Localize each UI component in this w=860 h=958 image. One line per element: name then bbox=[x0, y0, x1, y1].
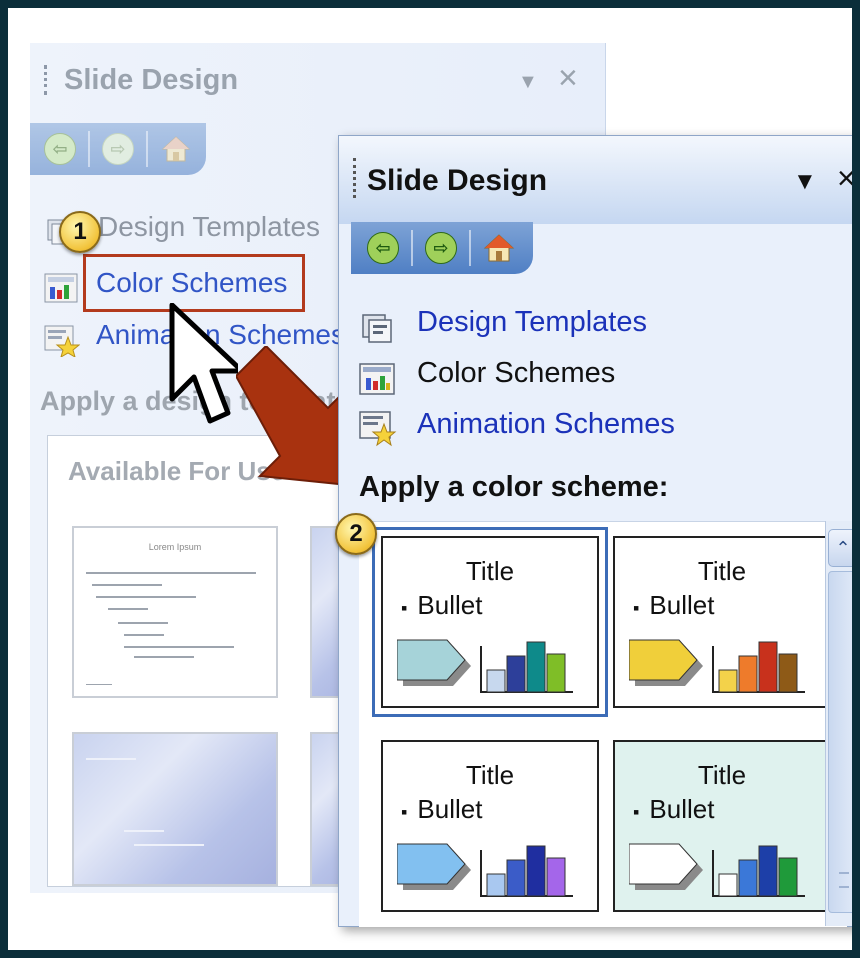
home-icon[interactable] bbox=[477, 226, 521, 270]
back-pane-dropdown-icon[interactable]: ▼ bbox=[518, 71, 538, 94]
home-icon[interactable] bbox=[154, 127, 198, 171]
color-scheme-gallery: Title Bullet Title Bullet Title Bullet Title Bu… bbox=[359, 521, 847, 927]
scheme-sample-bullet: Bullet bbox=[401, 794, 482, 825]
color-scheme-option[interactable]: Title Bullet bbox=[613, 740, 831, 912]
nav-separator bbox=[469, 230, 471, 266]
front-link-animation-schemes[interactable]: Animation Schemes bbox=[417, 408, 675, 441]
sample-bar bbox=[546, 857, 566, 897]
front-pane-title: Slide Design bbox=[367, 164, 548, 197]
sample-bar bbox=[486, 873, 506, 897]
step-2-badge: 2 bbox=[335, 513, 377, 555]
scheme-sample-title: Title bbox=[465, 760, 515, 790]
color-scheme-option[interactable]: Title Bullet bbox=[381, 740, 599, 912]
animation-schemes-icon bbox=[359, 411, 397, 447]
sample-bar bbox=[718, 873, 738, 897]
front-pane-heading: Apply a color scheme: bbox=[359, 471, 669, 503]
scroll-up-icon[interactable]: ⌃ bbox=[828, 529, 852, 567]
sample-bar bbox=[718, 669, 738, 693]
mouse-cursor-icon bbox=[169, 303, 238, 424]
thumbnail-line bbox=[124, 634, 164, 636]
scheme-sample-graphic bbox=[629, 639, 805, 693]
front-pane-close-icon[interactable]: × bbox=[837, 160, 852, 197]
scheme-sample-bullet: Bullet bbox=[633, 794, 714, 825]
front-pane-nav-bar: ⇦ ⇨ bbox=[351, 222, 533, 274]
sample-bar bbox=[738, 859, 758, 897]
color-scheme-option[interactable]: Title Bullet bbox=[613, 536, 831, 708]
scheme-sample-title: Title bbox=[465, 556, 515, 586]
sample-bar bbox=[546, 653, 566, 693]
nav-separator bbox=[146, 131, 148, 167]
sample-bar bbox=[506, 655, 526, 693]
sample-bar bbox=[506, 859, 526, 897]
sample-bar bbox=[738, 655, 758, 693]
sample-bar bbox=[526, 641, 546, 693]
scheme-sample-graphic bbox=[397, 843, 573, 897]
nav-separator bbox=[88, 131, 90, 167]
back-link-design-templates[interactable]: Design Templates bbox=[98, 211, 320, 243]
back-pane-title: Slide Design bbox=[64, 64, 239, 96]
thumbnail-line bbox=[118, 622, 168, 624]
scroll-grip bbox=[839, 872, 849, 888]
tutorial-canvas: Slide Design ▼ × ⇦ ⇨ Design Templates Co… bbox=[8, 8, 852, 950]
front-link-design-templates[interactable]: Design Templates bbox=[417, 306, 647, 339]
thumbnail-line bbox=[92, 584, 162, 586]
back-pane-close-icon[interactable]: × bbox=[558, 59, 578, 98]
thumbnail-title: Lorem Ipsum bbox=[148, 542, 202, 552]
front-pane-dropdown-icon[interactable]: ▼ bbox=[793, 168, 817, 196]
sample-bar bbox=[758, 641, 778, 693]
thumbnail-line bbox=[86, 684, 112, 685]
pane-grip[interactable] bbox=[353, 158, 360, 198]
thumbnail-line bbox=[134, 844, 204, 846]
animation-schemes-icon bbox=[44, 325, 80, 357]
back-arrow-icon[interactable]: ⇦ bbox=[38, 127, 82, 171]
sample-bar bbox=[526, 845, 546, 897]
scheme-sample-title: Title bbox=[697, 760, 747, 790]
gallery-scrollbar[interactable]: ⌃ bbox=[825, 521, 852, 926]
thumbnail-line bbox=[134, 656, 194, 658]
scheme-sample-title: Title bbox=[697, 556, 747, 586]
thumbnail-line bbox=[96, 596, 196, 598]
front-task-pane: Slide Design ▼ × ⇦ ⇨ Design Templates Co… bbox=[338, 135, 852, 927]
scheme-sample-graphic bbox=[629, 843, 805, 897]
sample-bar bbox=[486, 669, 506, 693]
scheme-sample-bullet: Bullet bbox=[633, 590, 714, 621]
back-arrow-icon[interactable]: ⇦ bbox=[361, 226, 405, 270]
scheme-sample-graphic bbox=[397, 639, 573, 693]
thumbnail-line bbox=[108, 608, 148, 610]
template-thumbnail[interactable]: Lorem Ipsum bbox=[72, 526, 278, 698]
back-pane-nav-bar: ⇦ ⇨ bbox=[30, 123, 206, 175]
forward-arrow-icon[interactable]: ⇨ bbox=[96, 127, 140, 171]
pane-grip[interactable] bbox=[44, 65, 51, 95]
thumbnail-line bbox=[86, 572, 256, 574]
front-link-color-schemes[interactable]: Color Schemes bbox=[417, 357, 615, 390]
scheme-sample-bullet: Bullet bbox=[401, 590, 482, 621]
step-1-badge: 1 bbox=[59, 211, 101, 253]
thumbnail-line bbox=[86, 758, 136, 760]
nav-separator bbox=[411, 230, 413, 266]
color-schemes-icon bbox=[359, 363, 395, 395]
template-thumbnail[interactable] bbox=[72, 732, 278, 886]
thumbnail-line bbox=[124, 830, 164, 832]
sample-bar bbox=[778, 653, 798, 693]
design-templates-icon bbox=[362, 314, 392, 343]
color-scheme-option[interactable]: Title Bullet bbox=[372, 527, 608, 717]
forward-arrow-icon[interactable]: ⇨ bbox=[419, 226, 463, 270]
thumbnail-line bbox=[124, 646, 234, 648]
color-schemes-icon bbox=[44, 273, 78, 303]
sample-bar bbox=[778, 857, 798, 897]
sample-bar bbox=[758, 845, 778, 897]
scroll-thumb[interactable] bbox=[828, 571, 852, 913]
